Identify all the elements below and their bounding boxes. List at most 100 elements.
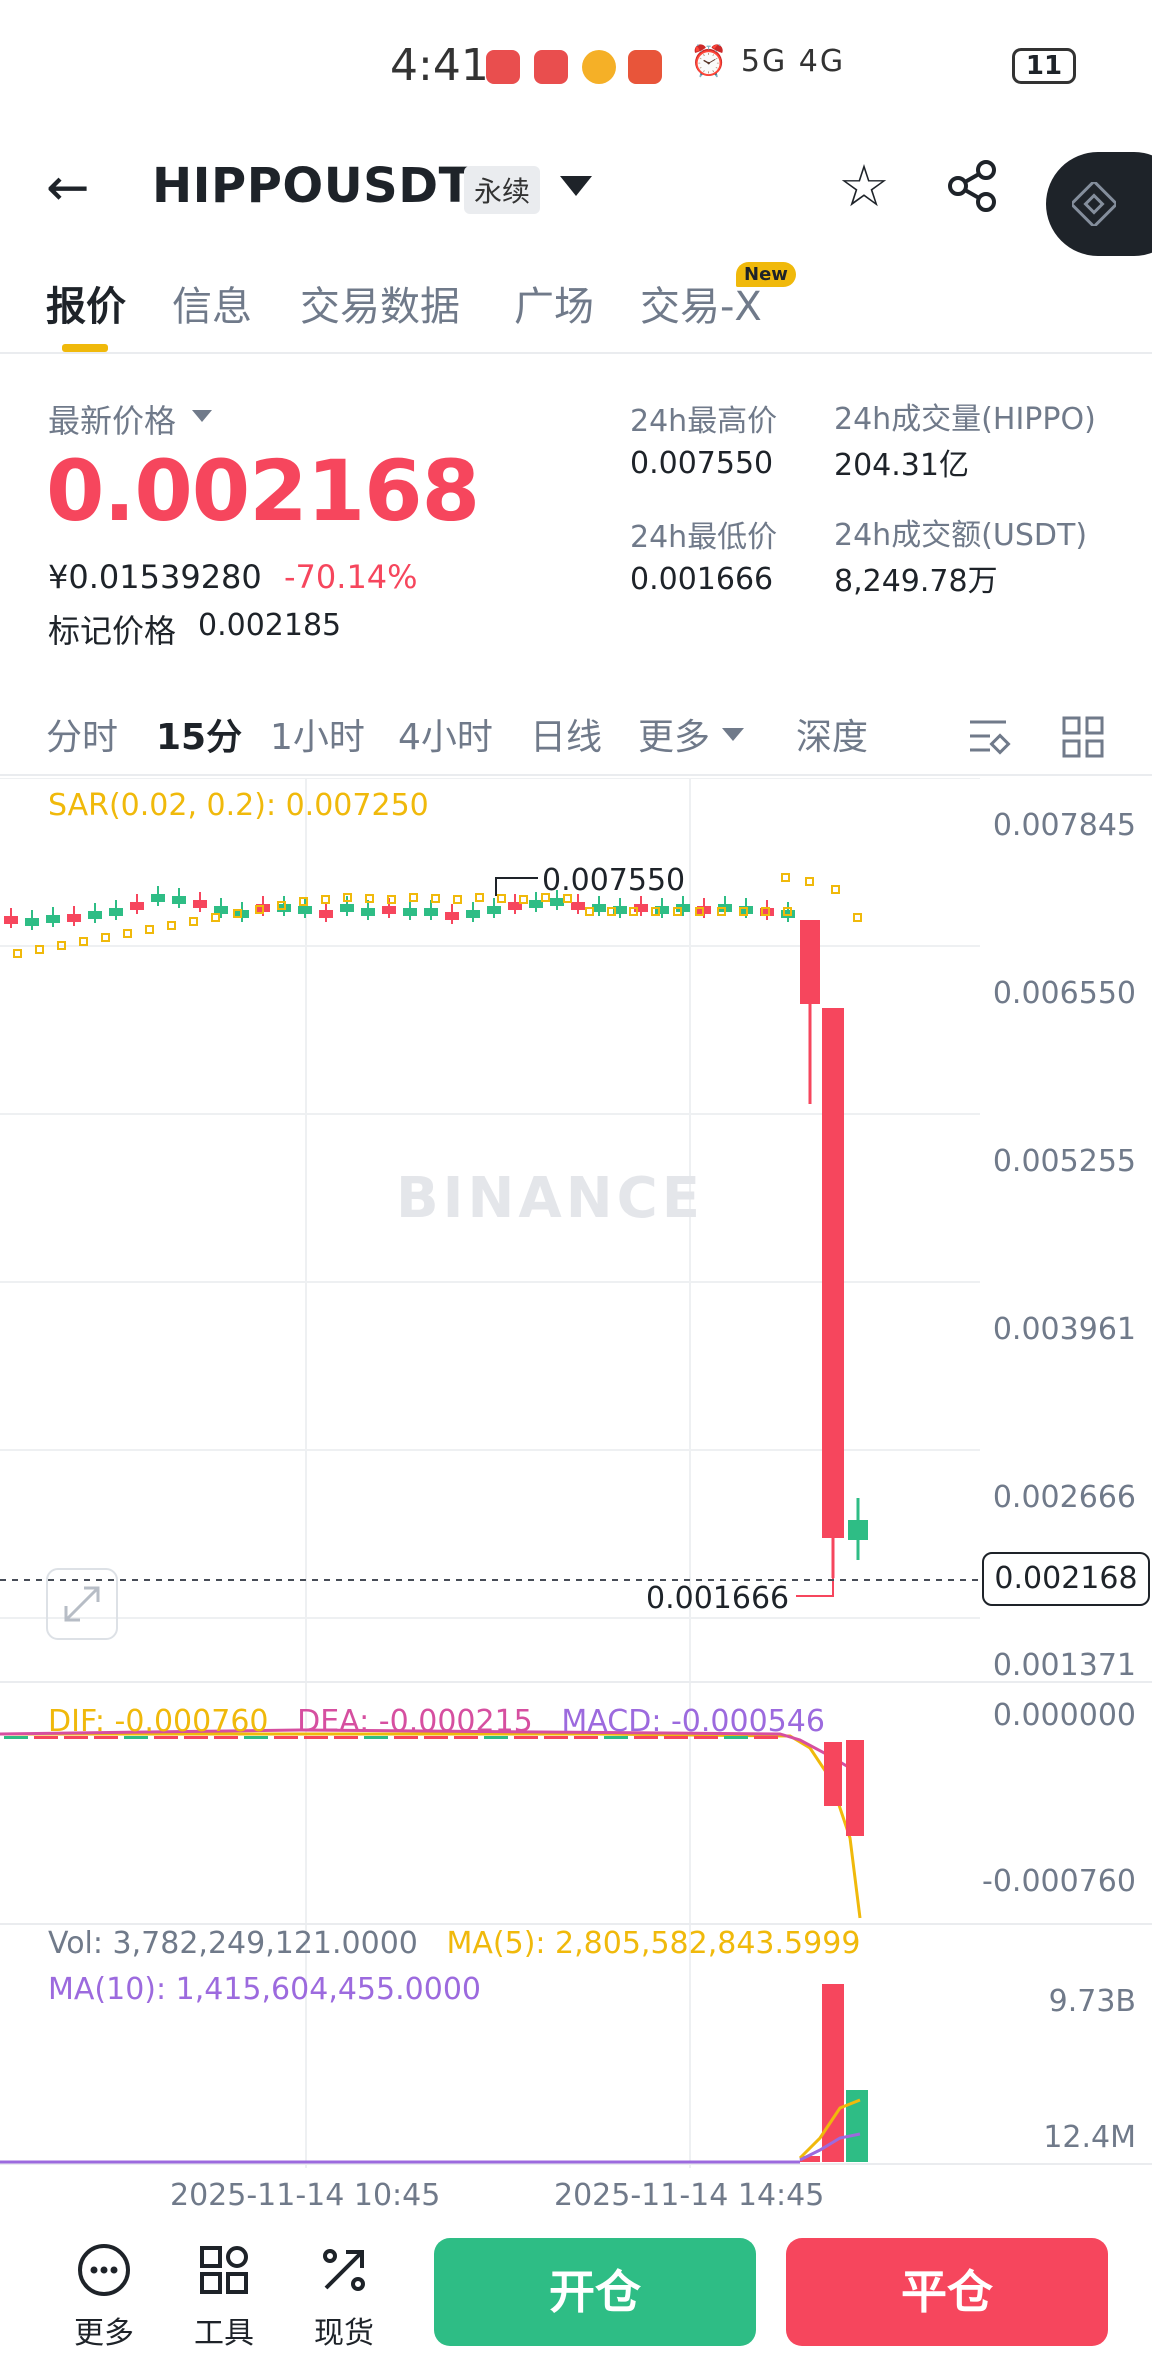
last-price-caret-icon[interactable] [192,410,212,422]
tools-button[interactable]: 工具 [184,2242,264,2352]
vol-ma5-value: MA(5): 2,805,582,843.5999 [446,1926,861,1961]
sar-dot [13,949,22,958]
open-position-button[interactable]: 开仓 [434,2238,756,2346]
high-price-marker: 0.007550 [542,863,685,898]
dif-value: DIF: -0.000760 [48,1704,269,1739]
high-marker-line [495,877,538,896]
interval-1d[interactable]: 日线 [530,708,602,760]
expand-chart-icon[interactable] [46,1568,118,1640]
page-tabs: 报价 信息 交易数据 广场 交易-X New [0,262,1152,354]
volume-legend: Vol: 3,782,249,121.0000 MA(5): 2,805,582… [48,1926,860,1961]
tab-square[interactable]: 广场 [514,274,594,332]
app-notification-icon [486,50,520,84]
candle [800,920,820,1004]
clock: 4:41 [390,40,489,91]
amount-24h-label: 24h成交额(USDT) [834,518,1088,553]
interval-more[interactable]: 更多 [638,708,710,760]
interval-bar: 分时 15分 1小时 4小时 日线 更多 深度 [0,700,1152,776]
candle [571,902,585,910]
candle [822,1008,844,1538]
candle [466,910,480,918]
price-axis-label: 0.003961 [992,1312,1136,1347]
price-axis-label: 0.005255 [992,1144,1136,1179]
interval-4h[interactable]: 4小时 [398,708,493,760]
app-notification-icon [628,50,662,84]
candle [4,916,18,924]
sar-dot [497,894,506,903]
volume-24h-value: 204.31亿 [834,448,969,483]
sar-dot [853,913,862,922]
weibo-icon [582,50,616,84]
time-axis-label: 2025-11-14 14:45 [554,2178,825,2213]
mark-price-label: 标记价格 [48,612,177,650]
low-24h-value: 0.001666 [630,562,774,597]
tab-quote[interactable]: 报价 [46,274,126,332]
tab-info[interactable]: 信息 [172,274,252,332]
kline-chart[interactable]: 0.007550 0.001666 BINANCE SAR(0.02, 0.2):… [0,778,1152,2218]
sar-dot [167,921,176,930]
macd-value: MACD: -0.000546 [561,1704,825,1739]
sar-dot [321,895,330,904]
interval-1h[interactable]: 1小时 [270,708,365,760]
volume-bar [822,1984,844,2162]
tools-grid-icon [200,2246,248,2294]
app-notification-icon [534,50,568,84]
new-badge: New [736,262,796,287]
sar-dot [831,885,840,894]
share-icon[interactable] [944,158,1000,214]
interval-time[interactable]: 分时 [46,708,118,760]
low-marker-line [796,1578,834,1597]
sar-dot [781,873,790,882]
symbol-dropdown-caret-icon[interactable] [560,176,592,196]
candle [109,908,123,916]
candle [88,911,102,919]
sar-dot [475,893,484,902]
symbol-title[interactable]: HIPPOUSDT [152,158,472,214]
sar-dot [211,913,220,922]
candle [340,904,354,912]
more-dots-icon [78,2244,130,2296]
sar-dot [585,907,594,916]
macd-bar [846,1740,864,1836]
candle [424,908,438,916]
price-axis-label: 0.006550 [992,976,1136,1011]
candle [172,896,186,904]
tab-trading-data[interactable]: 交易数据 [300,274,460,332]
dea-value: DEA: -0.000215 [297,1704,533,1739]
layout-grid-icon[interactable] [1060,714,1106,760]
candle [46,915,60,923]
binance-logo-icon [1072,182,1116,226]
sar-dot [145,925,154,934]
binance-floating-button[interactable] [1046,152,1152,256]
sar-dot [453,895,462,904]
more-button[interactable]: 更多 [64,2242,144,2352]
favorite-star-icon[interactable]: ☆ [838,156,890,216]
spot-swap-icon [323,2249,365,2291]
vol-ma10-value: MA(10): 1,415,604,455.0000 [48,1972,481,2007]
candle [529,900,543,908]
time-axis-label: 2025-11-14 10:45 [170,2178,441,2213]
candle [319,910,333,918]
macd-bar [4,1736,28,1739]
spot-button[interactable]: 现货 [304,2242,384,2352]
bottom-action-bar: 更多 工具 现货 开仓 平仓 [0,2224,1152,2376]
volume-24h-label: 24h成交量(HIPPO) [834,402,1096,437]
high-24h-label: 24h最高价 [630,404,778,439]
sar-dot [409,893,418,902]
candle [130,902,144,910]
vol-value: Vol: 3,782,249,121.0000 [48,1926,418,1961]
price-axis-label: 0.002666 [992,1480,1136,1515]
close-position-button[interactable]: 平仓 [786,2238,1108,2346]
low-24h-label: 24h最低价 [630,520,778,555]
mark-price: 0.002185 [198,608,342,643]
indicator-settings-icon[interactable] [966,714,1012,760]
interval-15m[interactable]: 15分 [156,708,242,760]
candle [445,912,459,920]
more-label: 更多 [74,2316,134,2351]
back-arrow-icon[interactable]: ← [46,160,90,216]
depth-tab[interactable]: 深度 [796,708,868,760]
tools-label: 工具 [194,2316,254,2351]
sar-dot [101,933,110,942]
last-price-label[interactable]: 最新价格 [48,396,176,442]
status-bar: 4:41 ⏰ 5G 4G 11 [0,0,1152,130]
